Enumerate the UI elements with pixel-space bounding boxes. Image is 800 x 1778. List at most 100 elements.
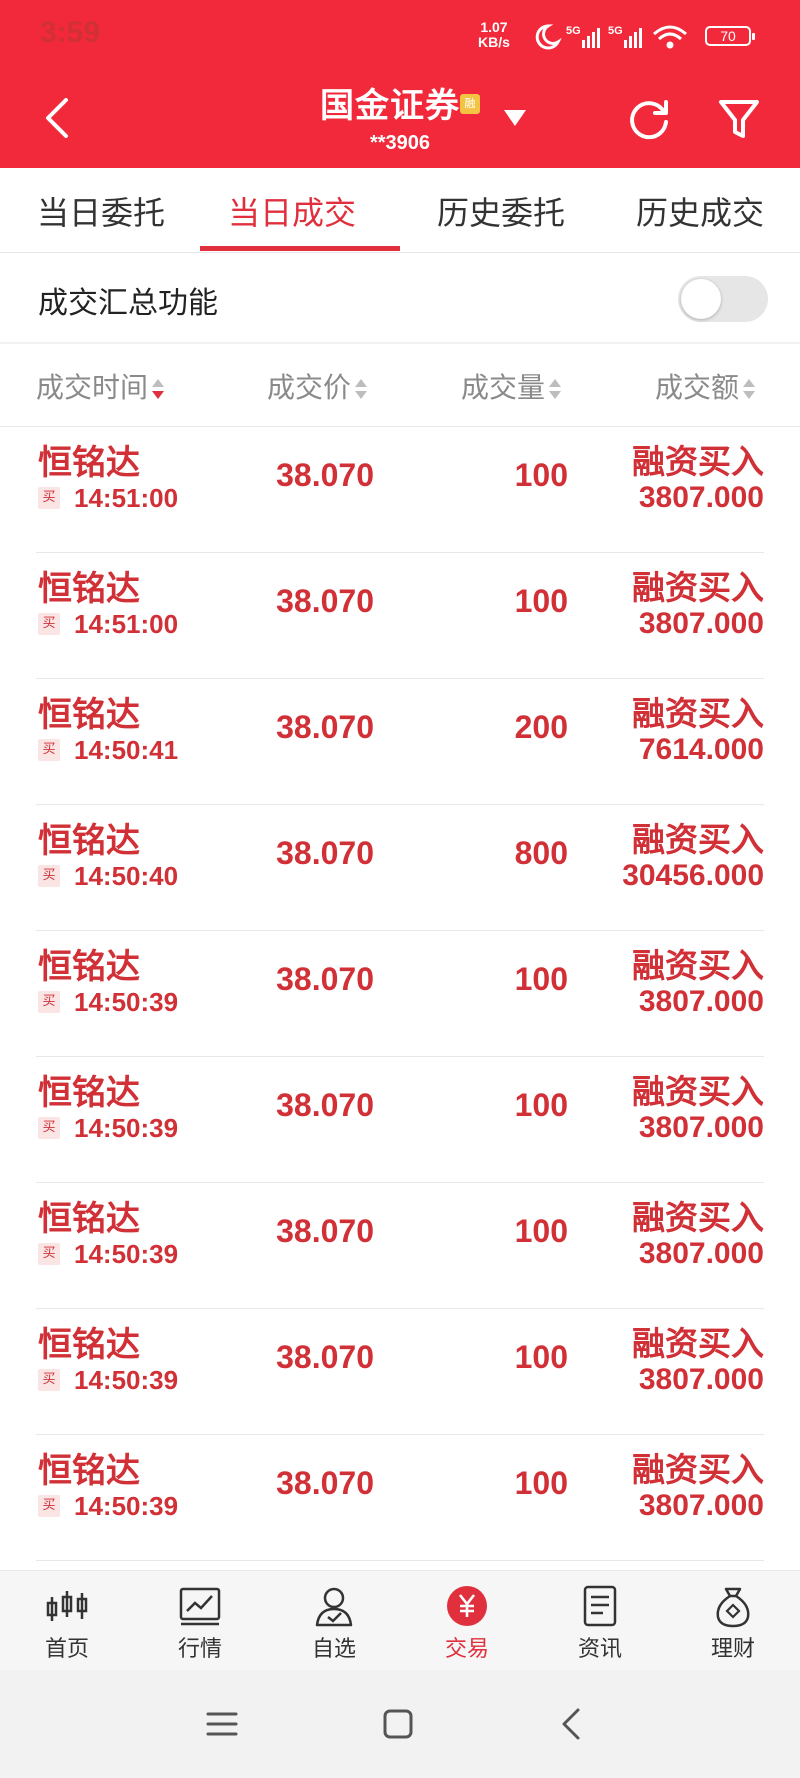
trade-amount: 3807.000 <box>638 481 764 514</box>
header-trade-time[interactable]: 成交时间 <box>36 366 165 406</box>
trade-time: 14:50:39 <box>74 1239 179 1269</box>
table-row[interactable]: 恒铭达 买 14:50:41 38.070 200 融资买入 7614.000 <box>0 679 800 805</box>
wifi-icon <box>653 25 687 49</box>
table-row[interactable]: 恒铭达 买 14:51:00 38.070 100 融资买入 3807.000 <box>0 427 800 553</box>
trade-amount: 3807.000 <box>638 1111 764 1144</box>
header-trade-price[interactable]: 成交价 <box>267 366 368 406</box>
trade-price: 38.070 <box>276 835 374 871</box>
tab-today-trades[interactable]: 当日成交 <box>228 188 356 234</box>
filter-icon[interactable] <box>716 96 762 142</box>
trade-time: 14:51:00 <box>74 609 179 639</box>
nav-trade-label: 交易 <box>444 1637 489 1662</box>
table-row[interactable]: 恒铭达 买 14:50:39 38.070 100 融资买入 3807.000 <box>0 1057 800 1183</box>
trade-time: 14:50:39 <box>74 1113 179 1143</box>
table-row[interactable]: 恒铭达 买 14:50:39 38.070 100 融资买入 3807.000 <box>0 931 800 1057</box>
trade-amount: 3807.000 <box>638 985 764 1018</box>
header-trade-price-label: 成交价 <box>267 371 352 404</box>
trade-amount: 3807.000 <box>638 1489 764 1522</box>
stock-name: 恒铭达 <box>38 1073 140 1113</box>
account-dropdown-icon[interactable] <box>502 108 528 128</box>
trade-type: 融资买入 <box>632 442 764 481</box>
menu-icon[interactable] <box>202 1704 242 1744</box>
trade-volume: 100 <box>514 457 568 493</box>
home-square-icon[interactable] <box>378 1704 418 1744</box>
tab-history-trades[interactable]: 历史成交 <box>636 188 764 234</box>
trade-volume: 200 <box>514 709 568 745</box>
header-trade-volume[interactable]: 成交量 <box>461 366 562 406</box>
table-row[interactable]: 恒铭达 买 14:51:00 38.070 100 融资买入 3807.000 <box>0 553 800 679</box>
stock-name: 恒铭达 <box>38 821 140 861</box>
buy-tag: 买 <box>38 1243 60 1265</box>
account-number: **3906 <box>369 132 431 154</box>
trade-volume: 100 <box>514 1213 568 1249</box>
refresh-icon[interactable] <box>626 96 672 142</box>
nav-wealth[interactable]: 理财 <box>683 1583 783 1663</box>
nav-watchlist-label: 自选 <box>311 1637 356 1662</box>
stock-name: 恒铭达 <box>38 569 140 609</box>
trade-type: 融资买入 <box>632 568 764 607</box>
news-doc-icon <box>583 1585 617 1627</box>
trade-price: 38.070 <box>276 457 374 493</box>
broker-name: 国金证券 <box>320 86 460 126</box>
tab-history-orders[interactable]: 历史委托 <box>437 188 565 234</box>
table-row[interactable]: 恒铭达 买 14:50:39 38.070 100 融资买入 3807.000 <box>0 1183 800 1309</box>
nav-market-label: 行情 <box>177 1637 222 1662</box>
trade-time: 14:50:39 <box>74 987 179 1017</box>
margin-badge: 融 <box>460 94 480 114</box>
trade-time: 14:50:39 <box>74 1365 179 1395</box>
top-bar: 3:59 1.07 KB/s 5G 5G 70 国金证券融 **3906 <box>0 0 800 168</box>
header-trade-amount[interactable]: 成交额 <box>655 366 756 406</box>
trade-volume: 100 <box>514 961 568 997</box>
svg-text:5G: 5G <box>608 25 623 37</box>
nav-trade[interactable]: 交易 <box>417 1583 517 1663</box>
trade-time: 14:50:41 <box>74 735 179 765</box>
back-icon[interactable] <box>552 1704 592 1744</box>
nav-news[interactable]: 资讯 <box>550 1583 650 1663</box>
trade-price: 38.070 <box>276 1339 374 1375</box>
table-row[interactable]: 恒铭达 买 14:50:40 38.070 800 融资买入 30456.000 <box>0 805 800 931</box>
trade-type: 融资买入 <box>632 1324 764 1363</box>
buy-tag: 买 <box>38 739 60 761</box>
stock-name: 恒铭达 <box>38 443 140 483</box>
table-row[interactable]: 恒铭达 买 14:50:39 38.070 100 融资买入 3807.000 <box>0 1309 800 1435</box>
sort-icon <box>743 378 756 400</box>
trade-summary-toggle[interactable] <box>678 276 768 322</box>
buy-tag: 买 <box>38 1117 60 1139</box>
moon-icon <box>535 24 562 50</box>
buy-tag: 买 <box>38 1495 60 1517</box>
buy-tag: 买 <box>38 613 60 635</box>
trade-price: 38.070 <box>276 1213 374 1249</box>
money-bag-icon <box>716 1587 750 1628</box>
buy-tag: 买 <box>38 1369 60 1391</box>
active-tab-indicator <box>200 246 400 251</box>
header-trade-time-label: 成交时间 <box>36 371 149 404</box>
nav-market[interactable]: 行情 <box>150 1583 250 1663</box>
buy-tag: 买 <box>38 487 60 509</box>
buy-tag: 买 <box>38 865 60 887</box>
sort-icon <box>355 378 368 400</box>
back-arrow-icon[interactable] <box>38 94 78 142</box>
nav-home[interactable]: 首页 <box>17 1583 117 1663</box>
trade-type: 融资买入 <box>632 694 764 733</box>
stock-name: 恒铭达 <box>38 695 140 735</box>
tab-today-orders[interactable]: 当日委托 <box>37 188 165 234</box>
stock-name: 恒铭达 <box>38 1325 140 1365</box>
candlestick-icon <box>46 1591 88 1621</box>
trade-type: 融资买入 <box>632 1072 764 1111</box>
trade-amount: 3807.000 <box>638 607 764 640</box>
tab-bar: 当日委托 当日成交 历史委托 历史成交 <box>0 168 800 253</box>
trade-volume: 100 <box>514 1465 568 1501</box>
table-row[interactable]: 恒铭达 买 14:50:39 38.070 100 融资买入 3807.000 <box>0 1435 800 1561</box>
market-chart-icon <box>179 1587 221 1626</box>
nav-watchlist[interactable]: 自选 <box>284 1583 384 1663</box>
trade-volume: 100 <box>514 1339 568 1375</box>
trade-type: 融资买入 <box>632 946 764 985</box>
broker-title[interactable]: 国金证券融 **3906 <box>300 78 500 154</box>
nav-wealth-label: 理财 <box>710 1637 755 1662</box>
table-header: 成交时间 成交价 成交量 成交额 <box>0 344 800 427</box>
header-trade-volume-label: 成交量 <box>461 371 546 404</box>
trade-price: 38.070 <box>276 961 374 997</box>
battery-icon: 70 <box>705 26 755 46</box>
status-time: 3:59 <box>40 16 101 49</box>
status-bar: 3:59 1.07 KB/s 5G 5G 70 <box>0 0 800 72</box>
